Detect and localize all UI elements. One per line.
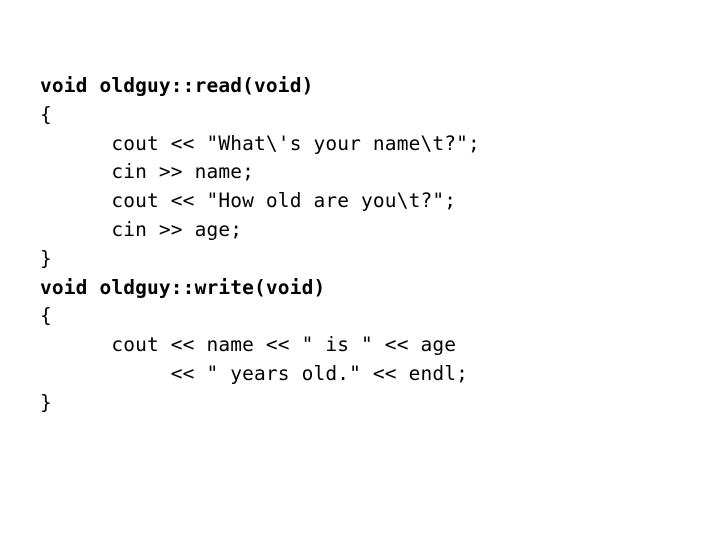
code-line: cout << "What\'s your name\t?";	[40, 131, 480, 155]
code-line: cin >> age;	[40, 217, 243, 241]
code-line: }	[40, 246, 52, 270]
code-line: void oldguy::write(void)	[40, 275, 326, 299]
code-line: cin >> name;	[40, 160, 255, 184]
code-line: {	[40, 304, 52, 328]
code-line: void oldguy::read(void)	[40, 74, 314, 97]
code-listing: void oldguy::read(void) { cout << "What\…	[40, 72, 700, 418]
code-line: }	[40, 390, 52, 414]
code-line: cout << name << " is " << age	[40, 333, 457, 357]
slide-canvas: void oldguy::read(void) { cout << "What\…	[0, 0, 720, 540]
code-line: << " years old." << endl;	[40, 361, 469, 385]
code-line: cout << "How old are you\t?";	[40, 189, 457, 213]
code-line: {	[40, 102, 52, 126]
